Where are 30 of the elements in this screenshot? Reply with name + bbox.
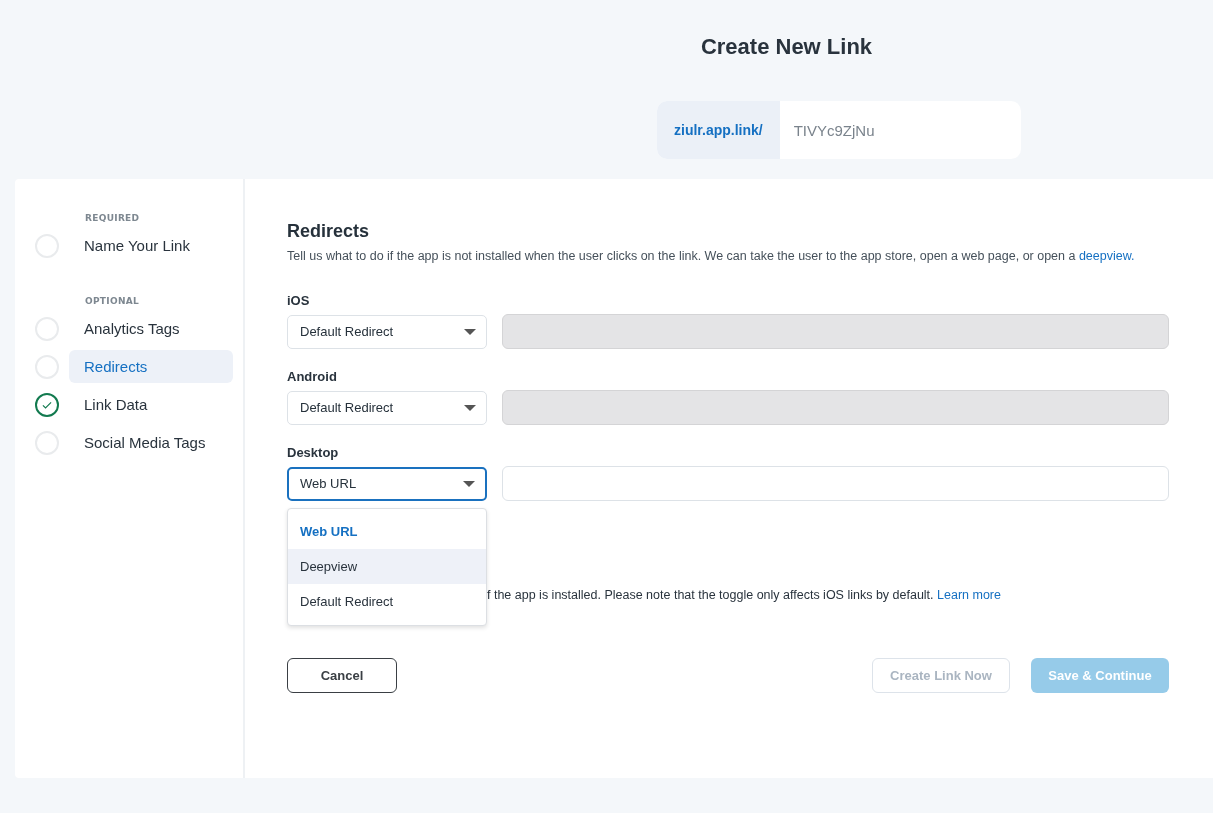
section-description: Tell us what to do if the app is not installed when the user clicks on the link. We can take the user to the app store, open a web page, or open a deepview. bbox=[287, 249, 1136, 263]
step-link[interactable]: Redirects bbox=[69, 350, 233, 383]
url-field[interactable] bbox=[502, 466, 1169, 501]
group-heading: REQUIRED bbox=[84, 213, 141, 223]
caret-icon bbox=[463, 480, 475, 487]
link-slug: TIVYc9ZjNu bbox=[792, 120, 876, 141]
field-label: Android bbox=[287, 369, 338, 384]
menu-option[interactable]: Default Redirect bbox=[288, 583, 486, 619]
section-heading: Redirects bbox=[287, 221, 371, 242]
step-link[interactable]: Analytics Tags bbox=[69, 312, 233, 345]
toggle-note: f the app is installed. Please note that the toggle only affects iOS links by default. Learn more bbox=[487, 588, 1002, 602]
link-field[interactable]: ziulr.app.link/ TIVYc9ZjNu bbox=[657, 101, 1021, 159]
step-link[interactable]: Link Data bbox=[69, 388, 233, 421]
select-dropdown[interactable]: Default Redirect bbox=[287, 390, 487, 425]
group-heading: OPTIONAL bbox=[84, 296, 141, 306]
menu-option[interactable]: Deepview bbox=[288, 548, 486, 584]
step-link[interactable]: Name Your Link bbox=[69, 229, 233, 262]
action-button[interactable]: Cancel bbox=[287, 658, 397, 693]
deepview-link[interactable]: deepview. bbox=[1078, 249, 1135, 263]
caret-icon bbox=[464, 328, 476, 335]
select-dropdown[interactable]: Default Redirect bbox=[287, 314, 487, 349]
learn-more-link[interactable]: Learn more bbox=[937, 588, 1001, 602]
page-title: Create New Link bbox=[700, 34, 873, 60]
field-label: iOS bbox=[287, 293, 311, 308]
menu-option[interactable]: Web URL bbox=[288, 513, 486, 549]
step-link[interactable]: Social Media Tags bbox=[69, 426, 233, 459]
field-label: Desktop bbox=[287, 445, 340, 460]
caret-icon bbox=[464, 404, 476, 411]
select-dropdown[interactable]: Web URL bbox=[287, 466, 487, 501]
link-domain: ziulr.app.link/ bbox=[657, 101, 780, 159]
